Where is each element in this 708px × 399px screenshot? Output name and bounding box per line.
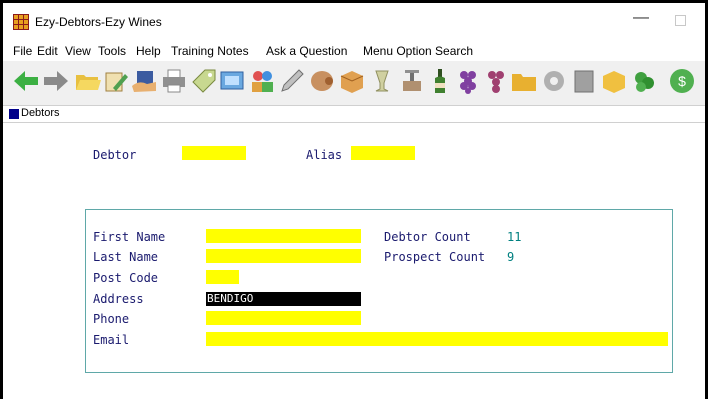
alias-field[interactable] bbox=[351, 146, 415, 160]
prospect-count-label: Prospect Count bbox=[384, 250, 486, 264]
last-name-label: Last Name bbox=[93, 250, 159, 264]
last-name-field[interactable] bbox=[206, 249, 361, 263]
screen-icon[interactable] bbox=[217, 66, 247, 96]
glass-icon[interactable] bbox=[367, 66, 397, 96]
grapes-icon[interactable] bbox=[481, 66, 511, 96]
alias-label: Alias bbox=[306, 148, 343, 162]
phone-field[interactable] bbox=[206, 311, 361, 325]
tab-strip: Debtors bbox=[3, 105, 705, 123]
app-logo-icon bbox=[13, 14, 29, 30]
debtor-count-value: 11 bbox=[507, 230, 522, 244]
wine-bottle-icon[interactable] bbox=[425, 66, 455, 96]
book-icon[interactable] bbox=[569, 66, 599, 96]
toolbar: $ bbox=[3, 61, 705, 105]
first-name-field[interactable] bbox=[206, 229, 361, 243]
menu-training-notes[interactable]: Training Notes bbox=[171, 44, 249, 58]
vine-icon[interactable] bbox=[629, 66, 659, 96]
menu-edit[interactable]: Edit bbox=[37, 44, 58, 58]
menu-help[interactable]: Help bbox=[136, 44, 161, 58]
address-label: Address bbox=[93, 292, 144, 306]
form-icon bbox=[9, 109, 19, 119]
edit-document-icon[interactable] bbox=[101, 66, 131, 96]
phone-label: Phone bbox=[93, 312, 130, 326]
people-icon[interactable] bbox=[247, 66, 277, 96]
email-field[interactable] bbox=[206, 332, 668, 346]
maximize-button[interactable] bbox=[675, 15, 686, 26]
debtor-field[interactable] bbox=[182, 146, 246, 160]
debtor-count-label: Debtor Count bbox=[384, 230, 471, 244]
menu-bar: File Edit View Tools Help Training Notes… bbox=[3, 39, 705, 61]
box-icon[interactable] bbox=[337, 66, 367, 96]
post-code-label: Post Code bbox=[93, 271, 159, 285]
pencil-icon[interactable] bbox=[277, 66, 307, 96]
folder-open-icon[interactable] bbox=[73, 66, 103, 96]
menu-view[interactable]: View bbox=[65, 44, 91, 58]
address-field[interactable]: BENDIGO bbox=[206, 292, 361, 306]
menu-option-search[interactable]: Menu Option Search bbox=[363, 44, 473, 58]
menu-file[interactable]: File bbox=[13, 44, 32, 58]
money-tag-icon[interactable] bbox=[189, 66, 219, 96]
first-name-label: First Name bbox=[93, 230, 166, 244]
details-panel bbox=[85, 209, 673, 373]
svg-text:$: $ bbox=[678, 73, 686, 89]
printer-icon[interactable] bbox=[159, 66, 189, 96]
dollar-icon[interactable]: $ bbox=[667, 66, 697, 96]
forward-arrow-icon[interactable] bbox=[41, 66, 71, 96]
gear-icon[interactable] bbox=[539, 66, 569, 96]
back-arrow-icon[interactable] bbox=[11, 66, 41, 96]
title-bar: Ezy-Debtors-Ezy Wines — bbox=[3, 3, 705, 39]
window-title: Ezy-Debtors-Ezy Wines bbox=[35, 15, 162, 29]
cube-icon[interactable] bbox=[599, 66, 629, 96]
post-code-field[interactable] bbox=[206, 270, 239, 284]
debtor-label: Debtor bbox=[93, 148, 137, 162]
folder-icon[interactable] bbox=[509, 66, 539, 96]
wine-press-icon[interactable] bbox=[397, 66, 427, 96]
hand-contact-icon[interactable] bbox=[129, 66, 159, 96]
barrel-icon[interactable] bbox=[307, 66, 337, 96]
prospect-count-value: 9 bbox=[507, 250, 515, 264]
email-label: Email bbox=[93, 333, 130, 347]
menu-tools[interactable]: Tools bbox=[98, 44, 126, 58]
grapes-icon[interactable] bbox=[453, 66, 483, 96]
tab-debtors[interactable]: Debtors bbox=[21, 107, 60, 119]
app-window: Ezy-Debtors-Ezy Wines — File Edit View T… bbox=[0, 0, 708, 399]
minimize-button[interactable]: — bbox=[633, 9, 649, 27]
menu-ask-question[interactable]: Ask a Question bbox=[266, 44, 347, 58]
